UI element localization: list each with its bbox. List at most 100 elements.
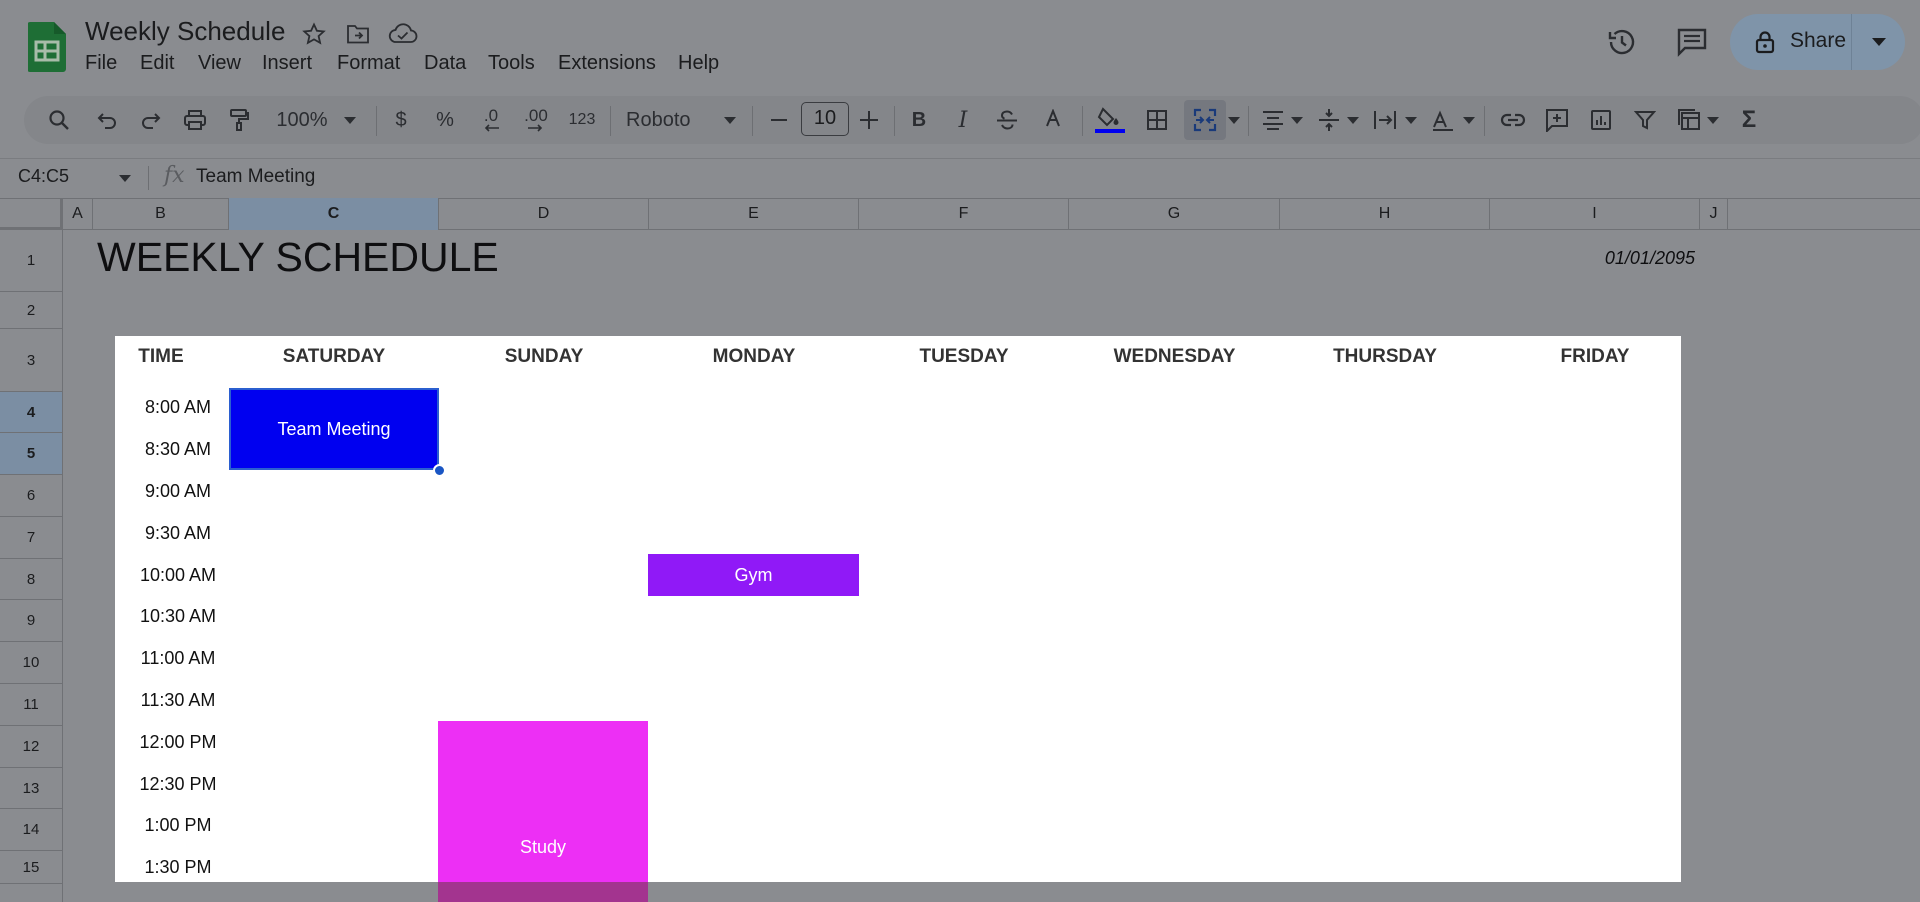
column-header-e[interactable]: E [649,198,859,230]
fill-color-icon[interactable] [1092,96,1128,144]
row-header-12[interactable]: 12 [0,726,63,768]
day-header-wednesday[interactable]: WEDNESDAY [1069,346,1280,370]
time-slot[interactable]: 1:00 PM [116,815,240,836]
column-header-h[interactable]: H [1280,198,1490,230]
row-header-14[interactable]: 14 [0,809,63,851]
row-header-15[interactable]: 15 [0,851,63,884]
menu-edit[interactable]: Edit [140,52,174,75]
day-header-tuesday[interactable]: TUESDAY [859,346,1069,370]
menu-insert[interactable]: Insert [262,52,312,75]
time-slot[interactable]: 12:30 PM [116,774,240,795]
text-rotation-dropdown-icon[interactable] [1460,96,1478,144]
font-size-input[interactable]: 10 [801,102,849,136]
italic-button[interactable]: I [946,96,980,144]
undo-icon[interactable] [90,96,124,144]
star-icon[interactable] [300,20,328,48]
formula-input[interactable]: Team Meeting [196,166,315,188]
increase-font-size-icon[interactable] [854,96,884,144]
text-rotation-icon[interactable] [1428,96,1458,144]
merge-dropdown-icon[interactable] [1226,96,1242,144]
day-header-friday[interactable]: FRIDAY [1490,346,1700,370]
event-study-continued[interactable] [438,882,648,902]
document-title[interactable]: Weekly Schedule [85,16,285,47]
insert-link-icon[interactable] [1496,96,1530,144]
cloud-saved-icon[interactable] [387,20,419,48]
decrease-decimal-button[interactable]: .0 [472,96,510,144]
event-gym[interactable]: Gym [648,554,859,596]
select-all-corner[interactable] [0,198,63,230]
name-box-dropdown-icon[interactable] [116,170,134,186]
currency-format-button[interactable]: $ [384,96,418,144]
menu-data[interactable]: Data [424,52,466,75]
zoom-dropdown-icon[interactable] [338,96,362,144]
functions-icon[interactable]: Σ [1730,96,1768,144]
font-dropdown-icon[interactable] [718,96,742,144]
filter-icon[interactable] [1628,96,1662,144]
sheets-logo-icon[interactable] [27,22,66,72]
row-header-5[interactable]: 5 [0,433,63,475]
time-slot[interactable]: 10:30 AM [116,606,240,627]
percent-format-button[interactable]: % [428,96,462,144]
vertical-align-dropdown-icon[interactable] [1344,96,1362,144]
filter-views-dropdown-icon[interactable] [1704,96,1722,144]
row-header-10[interactable]: 10 [0,642,63,684]
row-header-7[interactable]: 7 [0,517,63,559]
column-header-b[interactable]: B [93,198,229,230]
borders-icon[interactable] [1140,96,1174,144]
horizontal-align-dropdown-icon[interactable] [1288,96,1306,144]
time-slot[interactable]: 12:00 PM [116,732,240,753]
selection-fill-handle[interactable] [433,464,446,477]
menu-tools[interactable]: Tools [488,52,535,75]
day-header-monday[interactable]: MONDAY [649,346,859,370]
menu-view[interactable]: View [198,52,241,75]
column-header-d[interactable]: D [439,198,649,230]
paint-format-icon[interactable] [222,96,256,144]
strikethrough-icon[interactable] [990,96,1024,144]
row-header-2[interactable]: 2 [0,292,63,329]
text-wrapping-icon[interactable] [1370,96,1400,144]
time-slot[interactable]: 11:00 AM [116,648,240,669]
day-header-thursday[interactable]: THURSDAY [1280,346,1490,370]
column-header-c[interactable]: C [229,198,439,230]
event-study[interactable]: Study [438,721,648,882]
decrease-font-size-icon[interactable] [764,96,794,144]
time-slot[interactable]: 8:30 AM [116,439,240,460]
insert-comment-icon[interactable] [1540,96,1574,144]
row-header-1[interactable]: 1 [0,230,63,292]
bold-button[interactable]: B [902,96,936,144]
column-header-j[interactable]: J [1700,198,1728,230]
schedule-date[interactable]: 01/01/2095 [1560,248,1695,269]
zoom-value[interactable]: 100% [270,96,334,144]
move-folder-icon[interactable] [344,20,372,48]
day-header-sunday[interactable]: SUNDAY [439,346,649,370]
column-header-a[interactable]: A [63,198,93,230]
horizontal-align-icon[interactable] [1258,96,1288,144]
event-team-meeting[interactable]: Team Meeting [229,388,439,470]
name-box[interactable]: C4:C5 [18,166,69,187]
menu-help[interactable]: Help [678,52,719,75]
font-family-select[interactable]: Roboto [626,96,706,144]
time-column-header[interactable]: TIME [116,346,206,370]
time-slot[interactable]: 11:30 AM [116,690,240,711]
text-wrapping-dropdown-icon[interactable] [1402,96,1420,144]
comments-icon[interactable] [1674,24,1710,60]
row-header-11[interactable]: 11 [0,684,63,726]
redo-icon[interactable] [134,96,168,144]
menu-extensions[interactable]: Extensions [558,52,656,75]
column-header-i[interactable]: I [1490,198,1700,230]
version-history-icon[interactable] [1604,24,1640,60]
share-dropdown-icon[interactable] [1862,28,1896,56]
print-icon[interactable] [178,96,212,144]
menu-format[interactable]: Format [337,52,400,75]
increase-decimal-button[interactable]: .00 [516,96,556,144]
more-formats-button[interactable]: 123 [562,96,602,144]
row-header-9[interactable]: 9 [0,600,63,642]
column-header-f[interactable]: F [859,198,1069,230]
day-header-saturday[interactable]: SATURDAY [229,346,439,370]
sheet-title[interactable]: WEEKLY SCHEDULE [97,234,499,281]
merge-cells-icon[interactable] [1184,100,1226,140]
search-menus-icon[interactable] [42,96,76,144]
vertical-align-icon[interactable] [1314,96,1344,144]
row-header-4[interactable]: 4 [0,392,63,433]
time-slot[interactable]: 1:30 PM [116,857,240,878]
